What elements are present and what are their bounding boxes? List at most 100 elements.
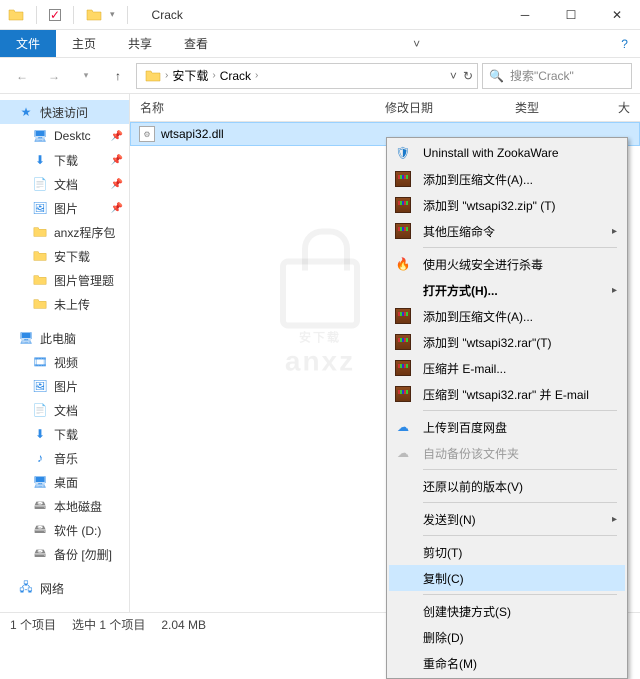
menu-delete[interactable]: 删除(D) bbox=[389, 624, 625, 650]
menu-rar-email[interactable]: 压缩并 E-mail... bbox=[389, 355, 625, 381]
menu-uninstall[interactable]: 🛡Uninstall with ZookaWare bbox=[389, 140, 625, 166]
cloud-icon: ☁ bbox=[393, 417, 413, 437]
sidebar-item-music[interactable]: ♪音乐 bbox=[0, 446, 129, 470]
sidebar-item-label: 未上传 bbox=[54, 296, 90, 313]
sidebar-item-documents[interactable]: 📄文档 bbox=[0, 398, 129, 422]
folder-icon[interactable] bbox=[86, 7, 102, 23]
menu-create-shortcut[interactable]: 创建快捷方式(S) bbox=[389, 598, 625, 624]
download-icon: ⬇ bbox=[32, 426, 48, 442]
column-date[interactable]: 修改日期 bbox=[375, 99, 505, 116]
sidebar-item-label: 图片管理题 bbox=[54, 272, 114, 289]
minimize-button[interactable]: ─ bbox=[502, 0, 548, 30]
menu-rar-to-email[interactable]: 压缩到 "wtsapi32.rar" 并 E-mail bbox=[389, 381, 625, 407]
drive-icon: 🖴 bbox=[32, 498, 48, 514]
menu-add-archive[interactable]: 添加到压缩文件(A)... bbox=[389, 166, 625, 192]
chevron-right-icon[interactable]: › bbox=[255, 70, 258, 81]
music-icon: ♪ bbox=[32, 450, 48, 466]
tab-home[interactable]: 主页 bbox=[56, 30, 112, 57]
sidebar-item-drive-d[interactable]: 🖴软件 (D:) bbox=[0, 518, 129, 542]
menu-rar-add[interactable]: 添加到压缩文件(A)... bbox=[389, 303, 625, 329]
menu-rename[interactable]: 重命名(M) bbox=[389, 650, 625, 676]
menu-baidu-upload[interactable]: ☁上传到百度网盘 bbox=[389, 414, 625, 440]
drive-icon: 🖴 bbox=[32, 546, 48, 562]
address-bar[interactable]: › 安下载 › Crack › ˅ ↻ bbox=[136, 63, 478, 89]
refresh-icon[interactable]: ↻ bbox=[463, 69, 473, 83]
status-size: 2.04 MB bbox=[161, 618, 206, 632]
separator bbox=[423, 410, 617, 411]
menu-send-to[interactable]: 发送到(N)▸ bbox=[389, 506, 625, 532]
sidebar-item-label: 桌面 bbox=[54, 474, 78, 491]
sidebar-item-localdisk[interactable]: 🖴本地磁盘 bbox=[0, 494, 129, 518]
sidebar-item-pictures[interactable]: 🖼图片📌 bbox=[0, 196, 129, 220]
breadcrumb[interactable]: 安下载 bbox=[168, 67, 212, 84]
sidebar-this-pc[interactable]: 🖥此电脑 bbox=[0, 326, 129, 350]
quick-access-toolbar: ✓ ▾ Crack bbox=[0, 6, 183, 24]
dropdown-icon[interactable]: ˅ bbox=[450, 69, 457, 83]
sidebar-quick-access[interactable]: ★快速访问 bbox=[0, 100, 129, 124]
sidebar-item-desktop[interactable]: 🖥Desktc📌 bbox=[0, 124, 129, 148]
menu-huorong-scan[interactable]: 🔥使用火绒安全进行杀毒 bbox=[389, 251, 625, 277]
sidebar-item-downloads[interactable]: ⬇下载📌 bbox=[0, 148, 129, 172]
ribbon-expand[interactable]: ˅ bbox=[401, 30, 432, 57]
menu-copy[interactable]: 复制(C) bbox=[389, 565, 625, 591]
archive-icon bbox=[393, 195, 413, 215]
titlebar: ✓ ▾ Crack ─ ☐ ✕ bbox=[0, 0, 640, 30]
checkbox-icon[interactable]: ✓ bbox=[49, 9, 61, 21]
context-menu: 🛡Uninstall with ZookaWare 添加到压缩文件(A)... … bbox=[386, 137, 628, 679]
navigation-pane: ★快速访问 🖥Desktc📌 ⬇下载📌 📄文档📌 🖼图片📌 anxz程序包 安下… bbox=[0, 94, 130, 614]
menu-add-zip[interactable]: 添加到 "wtsapi32.zip" (T) bbox=[389, 192, 625, 218]
download-icon: ⬇ bbox=[32, 152, 48, 168]
forward-button[interactable]: → bbox=[40, 62, 68, 90]
search-input[interactable]: 🔍 搜索"Crack" bbox=[482, 63, 632, 89]
sidebar-item-anxiazai[interactable]: 安下载 bbox=[0, 244, 129, 268]
menu-restore-versions[interactable]: 还原以前的版本(V) bbox=[389, 473, 625, 499]
help-button[interactable]: ? bbox=[609, 30, 640, 57]
sidebar-item-label: 图片 bbox=[54, 378, 78, 395]
separator bbox=[423, 594, 617, 595]
rar-icon bbox=[393, 306, 413, 326]
menu-other-zip[interactable]: 其他压缩命令▸ bbox=[389, 218, 625, 244]
chevron-right-icon: ▸ bbox=[612, 285, 617, 296]
back-button[interactable]: ← bbox=[8, 62, 36, 90]
sidebar-network[interactable]: 🖧网络 bbox=[0, 576, 129, 600]
sidebar-item-pictures[interactable]: 🖼图片 bbox=[0, 374, 129, 398]
drive-icon: 🖴 bbox=[32, 522, 48, 538]
sidebar-item-label: 文档 bbox=[54, 402, 78, 419]
menu-rar-add-named[interactable]: 添加到 "wtsapi32.rar"(T) bbox=[389, 329, 625, 355]
tab-share[interactable]: 共享 bbox=[112, 30, 168, 57]
menu-open-with[interactable]: 打开方式(H)...▸ bbox=[389, 277, 625, 303]
search-icon: 🔍 bbox=[489, 69, 504, 83]
sidebar-item-videos[interactable]: 🎞视频 bbox=[0, 350, 129, 374]
recent-dropdown[interactable]: ▾ bbox=[72, 62, 100, 90]
close-button[interactable]: ✕ bbox=[594, 0, 640, 30]
rar-icon bbox=[393, 384, 413, 404]
network-icon: 🖧 bbox=[18, 580, 34, 596]
file-tab[interactable]: 文件 bbox=[0, 30, 56, 57]
folder-icon bbox=[32, 296, 48, 312]
sidebar-item-downloads[interactable]: ⬇下载 bbox=[0, 422, 129, 446]
archive-icon bbox=[393, 169, 413, 189]
breadcrumb[interactable]: Crack bbox=[216, 69, 255, 83]
sidebar-item-notuploaded[interactable]: 未上传 bbox=[0, 292, 129, 316]
up-button[interactable]: ↑ bbox=[104, 62, 132, 90]
sidebar-item-documents[interactable]: 📄文档📌 bbox=[0, 172, 129, 196]
chevron-right-icon: ▸ bbox=[612, 514, 617, 525]
chevron-down-icon[interactable]: ▾ bbox=[110, 9, 115, 20]
column-more[interactable]: 大 bbox=[608, 99, 640, 116]
separator bbox=[423, 535, 617, 536]
menu-cut[interactable]: 剪切(T) bbox=[389, 539, 625, 565]
sidebar-item-anxz[interactable]: anxz程序包 bbox=[0, 220, 129, 244]
sidebar-item-picmgr[interactable]: 图片管理题 bbox=[0, 268, 129, 292]
maximize-button[interactable]: ☐ bbox=[548, 0, 594, 30]
pictures-icon: 🖼 bbox=[32, 200, 48, 216]
column-headers: 名称 修改日期 类型 大 bbox=[130, 94, 640, 122]
column-name[interactable]: 名称 bbox=[130, 99, 375, 116]
sidebar-item-label: 安下载 bbox=[54, 248, 90, 265]
sidebar-item-backup[interactable]: 🖴 备份 [勿删] bbox=[0, 542, 129, 566]
pin-icon: 📌 bbox=[111, 155, 123, 166]
tab-view[interactable]: 查看 bbox=[168, 30, 224, 57]
column-type[interactable]: 类型 bbox=[505, 99, 608, 116]
sidebar-item-desktop[interactable]: 🖥桌面 bbox=[0, 470, 129, 494]
window-title: Crack bbox=[152, 8, 183, 22]
sidebar-item-label: 备份 [勿删] bbox=[54, 546, 112, 563]
